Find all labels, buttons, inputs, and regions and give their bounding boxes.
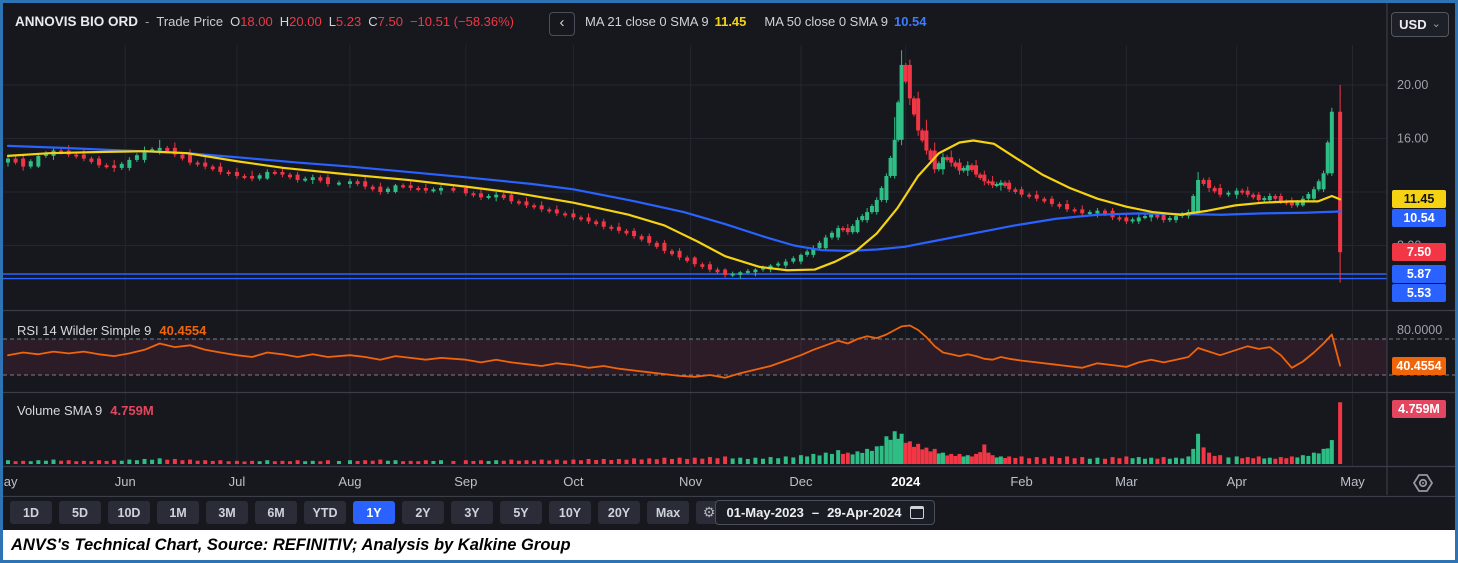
price-badge-7.50: 7.50 — [1392, 243, 1446, 262]
svg-text:80.0000: 80.0000 — [1397, 323, 1442, 337]
month-label: Dec — [789, 474, 813, 489]
volume-legend: Volume SMA 9 4.759M — [17, 403, 154, 418]
gridlines — [3, 45, 1387, 466]
volume-label: Volume SMA 9 — [17, 403, 103, 418]
price-badge-5.53: 5.53 — [1392, 283, 1446, 302]
month-label: May — [3, 474, 18, 489]
price-badge-11.45: 11.45 — [1392, 190, 1446, 209]
rsi-label: RSI 14 Wilder Simple 9 — [17, 323, 152, 338]
separator: - — [145, 14, 150, 29]
range-button-10y[interactable]: 10Y — [549, 501, 591, 524]
close-value: 7.50 — [377, 14, 403, 29]
ma50-label: MA 50 close 0 SMA 9 — [764, 14, 888, 29]
date-separator: – — [811, 505, 820, 520]
month-label: Feb — [1010, 474, 1032, 489]
month-label: May — [1340, 474, 1365, 489]
calendar-icon — [909, 506, 924, 519]
rsi-panel — [3, 338, 1455, 376]
volume-bars — [6, 402, 1343, 464]
price-badge-10.54: 10.54 — [1392, 209, 1446, 228]
rsi-value: 40.4554 — [159, 323, 207, 338]
close-label: C — [368, 14, 378, 29]
svg-text:20.00: 20.00 — [1397, 78, 1428, 92]
symbol-name: ANNOVIS BIO ORD — [15, 14, 139, 29]
month-label: Nov — [679, 474, 703, 489]
ma21-line — [6, 139, 1342, 272]
month-label: Mar — [1115, 474, 1138, 489]
rsi-badge: 40.4554 — [1392, 356, 1446, 375]
date-from: 01-May-2023 — [726, 505, 804, 520]
ma21-value: 11.45 — [714, 14, 747, 29]
instrument-settings-icon[interactable] — [1411, 471, 1435, 495]
month-label: Apr — [1227, 474, 1248, 489]
month-label: Aug — [338, 474, 361, 489]
rsi-legend: RSI 14 Wilder Simple 9 40.4554 — [17, 323, 206, 338]
chevron-down-icon: ⌄ — [1431, 17, 1441, 30]
range-button-3m[interactable]: 3M — [206, 501, 248, 524]
high-label: H — [279, 14, 290, 29]
open-label: O — [230, 14, 241, 29]
month-label: Sep — [454, 474, 477, 489]
range-button-5y[interactable]: 5Y — [500, 501, 542, 524]
series-name: Trade Price — [156, 14, 224, 29]
chart-canvas[interactable]: 20.0016.008.0080.00004MMayJunJulAugSepOc… — [3, 3, 1455, 497]
range-button-20y[interactable]: 20Y — [598, 501, 640, 524]
caption-bar: ANVS's Technical Chart, Source: REFINITI… — [3, 530, 1455, 560]
price-badge-5.87: 5.87 — [1392, 264, 1446, 283]
currency-selector[interactable]: USD ⌄ — [1391, 12, 1449, 37]
trading-chart-app: 20.0016.008.0080.00004MMayJunJulAugSepOc… — [3, 3, 1455, 530]
high-value: 20.00 — [289, 14, 322, 29]
range-button-3y[interactable]: 3Y — [451, 501, 493, 524]
caption-text: ANVS's Technical Chart, Source: REFINITI… — [11, 535, 571, 554]
low-value: 5.23 — [335, 14, 362, 29]
low-label: L — [328, 14, 336, 29]
month-label: 2024 — [891, 474, 921, 489]
ma21-label: MA 21 close 0 SMA 9 — [585, 14, 709, 29]
range-toolbar: 1D 5D 10D 1M 3M 6M YTD 1Y 2Y 3Y 5Y 10Y 20Y Max ⚙ 01-M… — [3, 499, 1455, 526]
range-button-6m[interactable]: 6M — [255, 501, 297, 524]
ma50-value: 10.54 — [893, 14, 927, 29]
range-button-2y[interactable]: 2Y — [402, 501, 444, 524]
chart-header: ANNOVIS BIO ORD - Trade Price O18.00 H20… — [3, 3, 1455, 45]
month-label: Oct — [563, 474, 584, 489]
month-label: Jul — [229, 474, 246, 489]
volume-value: 4.759M — [110, 403, 154, 418]
range-button-ytd[interactable]: YTD — [304, 501, 346, 524]
svg-text:16.00: 16.00 — [1397, 132, 1428, 146]
range-button-5d[interactable]: 5D — [59, 501, 101, 524]
date-to: 29-Apr-2024 — [827, 505, 902, 520]
range-button-max[interactable]: Max — [647, 501, 689, 524]
screenshot-frame: 20.0016.008.0080.00004MMayJunJulAugSepOc… — [0, 0, 1458, 563]
ma50-line — [6, 144, 1342, 252]
range-button-1d[interactable]: 1D — [10, 501, 52, 524]
volume-badge: 4.759M — [1392, 400, 1446, 418]
open-value: 18.00 — [240, 14, 273, 29]
date-range-picker[interactable]: 01-May-2023 – 29-Apr-2024 — [715, 500, 935, 525]
ma-legend: MA 21 close 0 SMA 9 11.45 MA 50 close 0 … — [585, 14, 927, 29]
currency-value: USD — [1399, 17, 1427, 32]
range-button-1y[interactable]: 1Y — [353, 501, 395, 524]
range-button-1m[interactable]: 1M — [157, 501, 199, 524]
range-button-10d[interactable]: 10D — [108, 501, 150, 524]
collapse-legend-button[interactable]: ‹ — [549, 12, 575, 36]
change-value: −10.51 (−58.36%) — [409, 14, 515, 29]
month-label: Jun — [115, 474, 136, 489]
